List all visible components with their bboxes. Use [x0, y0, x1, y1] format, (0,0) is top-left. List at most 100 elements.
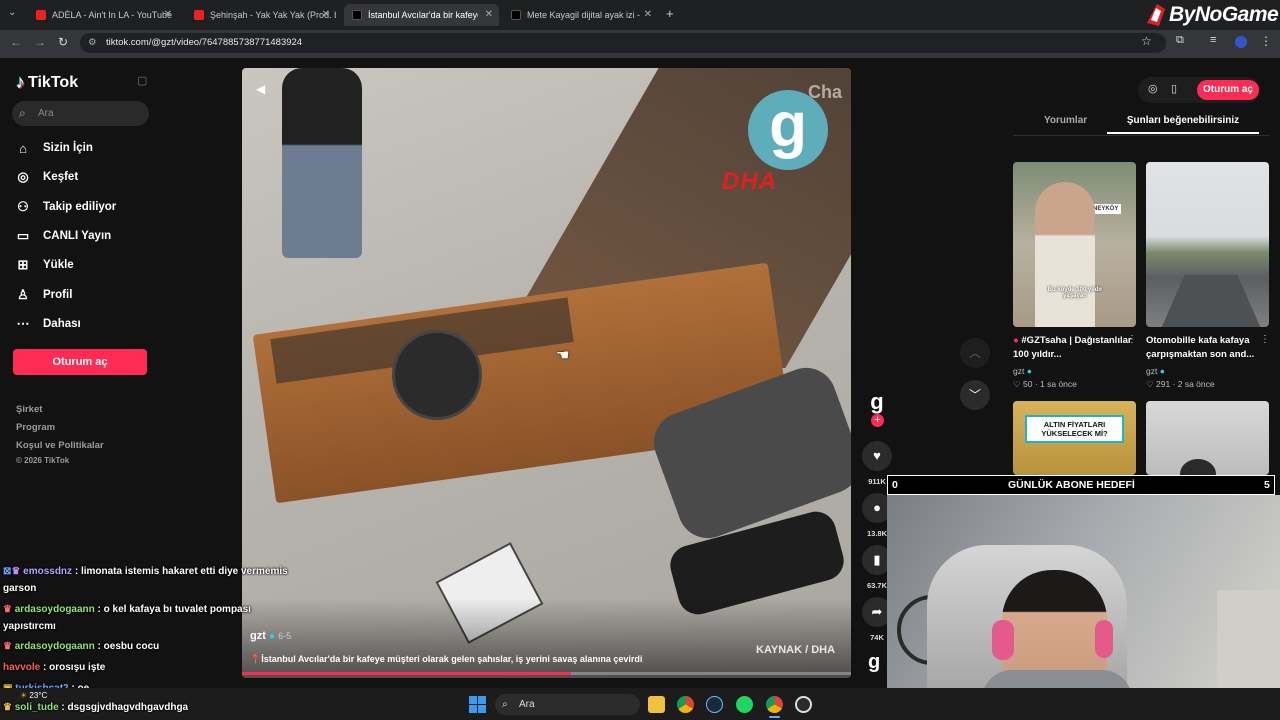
heart-outline-icon: ♡: [1013, 379, 1021, 389]
nav-live[interactable]: ▭ CANLI Yayın: [14, 225, 111, 247]
obs-icon[interactable]: [795, 696, 812, 713]
chat-message-cont: garson: [3, 583, 37, 594]
profile-avatar[interactable]: [1235, 36, 1247, 48]
tab-2[interactable]: Şehinşah - Yak Yak Yak (Prod. b ✕: [186, 4, 336, 26]
nav-explore[interactable]: ◎ Keşfet: [14, 166, 78, 188]
start-button[interactable]: [469, 696, 486, 713]
search-input[interactable]: ⌕ Ara: [12, 101, 149, 126]
scene-dark-bottom: [242, 598, 851, 678]
nav-for-you[interactable]: ⌂ Sizin İçin: [14, 137, 93, 159]
header-login-button[interactable]: Oturum aç: [1197, 80, 1259, 100]
like-button[interactable]: ♥: [862, 441, 892, 471]
tab-recommendations[interactable]: Şunları beğenebilirsiniz: [1107, 115, 1259, 134]
thumb-caption: Bu köyde 100 yıldır yaşayan: [1047, 287, 1103, 299]
chrome-active-icon[interactable]: [766, 696, 783, 713]
chat-message: ♛ soli_tude : dsgsgjvdhagvdhgavdhga: [3, 702, 189, 713]
subscriber-goal-bar: 0 GÜNLÜK ABONE HEDEFİ 5: [887, 475, 1275, 495]
recommendation-thumb-4[interactable]: [1146, 401, 1269, 475]
recommendation-thumb-3[interactable]: ALTIN FİYATLARI YÜKSELECEK Mİ?: [1013, 401, 1136, 475]
nav-following[interactable]: ⚇ Takip ediliyor: [14, 196, 116, 218]
close-icon[interactable]: ✕: [485, 9, 493, 20]
nav-more[interactable]: ⋯ Dahası: [14, 313, 81, 335]
road: [1158, 274, 1264, 327]
comment-icon: ●: [873, 500, 881, 515]
close-icon[interactable]: ✕: [164, 9, 172, 20]
browser-menu-icon[interactable]: ⋮: [1260, 34, 1272, 48]
footer-program-link[interactable]: Program: [16, 422, 55, 433]
device-icon[interactable]: ▯: [1171, 82, 1177, 95]
author-avatar[interactable]: g: [866, 391, 888, 416]
extensions-icon[interactable]: ⧉: [1176, 34, 1184, 47]
brand-logo: ByNoGame: [1145, 2, 1279, 28]
close-icon[interactable]: ✕: [644, 9, 652, 20]
media-controls-icon[interactable]: ≡: [1210, 34, 1216, 46]
nav-upload[interactable]: ⊞ Yükle: [14, 254, 74, 276]
taskbar-search[interactable]: ⌕ Ara: [495, 694, 640, 715]
video-caption: 📍İstanbul Avcılar'da bir kafeye müşteri …: [250, 654, 643, 664]
url-field[interactable]: ⚙ tiktok.com/@gzt/video/7647885738771483…: [80, 33, 1166, 53]
hoodie: [982, 670, 1132, 688]
recommendation-stats-2: ♡ 291 · 2 sa önce: [1146, 379, 1215, 389]
video-author[interactable]: gzt ● 6-5: [250, 630, 291, 642]
more-options-icon[interactable]: ⋮: [1127, 334, 1137, 345]
thumb-headline: ALTIN FİYATLARI YÜKSELECEK Mİ?: [1025, 415, 1124, 443]
person-head: [1180, 459, 1216, 475]
tiktok-logo[interactable]: ♪ TikTok: [16, 72, 78, 93]
steam-icon[interactable]: [706, 696, 723, 713]
music-disc-icon[interactable]: g: [868, 651, 880, 674]
file-explorer-icon[interactable]: [648, 696, 665, 713]
verified-icon: ●: [268, 631, 275, 642]
tab-4[interactable]: Mete Kayagil dijital ayak izi - M ✕: [503, 4, 658, 26]
tab-comments[interactable]: Yorumlar: [1044, 115, 1087, 126]
youtube-icon: [194, 10, 204, 20]
more-options-icon[interactable]: ⋮: [1260, 334, 1270, 345]
verified-icon: ●: [1159, 366, 1165, 376]
following-icon: ⚇: [17, 199, 29, 214]
recommendation-title-1[interactable]: ● #GZTsaha | Dağıstanlılar 100 yıldır...: [1013, 334, 1135, 362]
back-icon[interactable]: ←: [10, 35, 22, 49]
next-video-button[interactable]: ﹀: [960, 380, 990, 410]
recommendation-thumb-1[interactable]: GÜNEYKÖY Bu köyde 100 yıldır yaşayan: [1013, 162, 1136, 327]
compass-small-icon[interactable]: ◎: [1148, 82, 1158, 95]
recommendation-author-1[interactable]: gzt ●: [1013, 366, 1032, 376]
recommendation-title-2[interactable]: Otomobille kafa kafaya çarpışmaktan son …: [1146, 334, 1268, 362]
footer-terms-link[interactable]: Koşul ve Politikalar: [16, 440, 104, 451]
collapse-sidebar-icon[interactable]: ▢: [137, 74, 147, 87]
upload-icon: ⊞: [17, 257, 29, 272]
weather-widget[interactable]: ☀ 23°C: [20, 691, 47, 700]
chat-message: ♛ ardasoydogaann : oesbu cocu: [3, 641, 160, 652]
follow-plus-icon[interactable]: +: [871, 414, 884, 427]
chevron-up-icon: ︿: [968, 346, 981, 360]
new-tab-icon[interactable]: +: [666, 6, 674, 21]
search-icon: ⌕: [19, 106, 26, 120]
previous-video-button[interactable]: ︿: [960, 338, 990, 368]
tab-1[interactable]: ADÈLA - Ain't In LA - YouTube ✕: [28, 4, 178, 26]
heart-outline-icon: ♡: [1146, 379, 1154, 389]
bookmark-star-icon[interactable]: ☆: [1141, 34, 1152, 48]
nav-profile[interactable]: ♙ Profil: [14, 284, 72, 306]
sidebar-login-button[interactable]: Oturum aç: [13, 349, 147, 375]
chrome-icon[interactable]: [677, 696, 694, 713]
video-player[interactable]: ◀ Cha g DHA ☚ gzt ● 6-5 📍İstanbul Avcıla…: [242, 68, 851, 678]
windows-taskbar: [0, 688, 1280, 720]
chevron-down-icon: ﹀: [968, 388, 981, 402]
progress-track[interactable]: [242, 672, 851, 675]
spotify-icon[interactable]: [736, 696, 753, 713]
weather-icon: ☀: [20, 691, 28, 700]
forward-icon[interactable]: →: [34, 35, 46, 49]
chat-message: havvole : orosışu işte: [3, 662, 106, 673]
site-info-icon[interactable]: ⚙: [88, 33, 97, 53]
live-icon: ▭: [16, 228, 30, 243]
tab-3[interactable]: İstanbul Avcılar'da bir kafeye ✕: [344, 4, 499, 26]
mute-icon[interactable]: ◀: [256, 82, 265, 96]
close-icon[interactable]: ✕: [322, 9, 330, 20]
sub-badge-icon: ♛: [3, 641, 12, 652]
chat-message-cont: yapıstırcmı: [3, 621, 56, 632]
footer-company-link[interactable]: Şirket: [16, 404, 42, 415]
recommendation-thumb-2[interactable]: [1146, 162, 1269, 327]
verified-icon: ●: [1026, 366, 1032, 376]
scene-round-table: [392, 330, 482, 420]
tab-menu-icon[interactable]: ⌄: [8, 7, 16, 18]
reload-icon[interactable]: ↻: [58, 35, 68, 49]
recommendation-author-2[interactable]: gzt ●: [1146, 366, 1165, 376]
